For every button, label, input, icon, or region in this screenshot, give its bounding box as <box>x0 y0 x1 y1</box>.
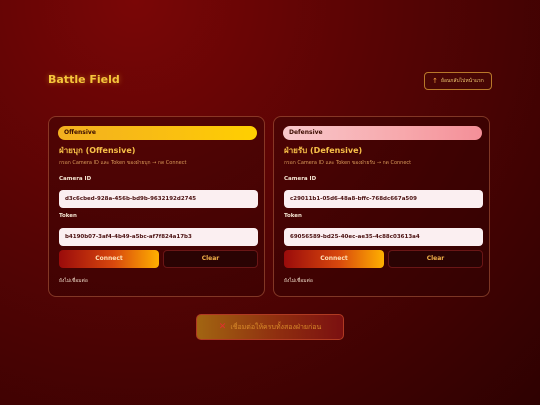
offensive-connect-button[interactable]: Connect <box>59 250 159 268</box>
defensive-badge: Defensive <box>283 126 482 140</box>
arrow-up-icon: ↑ <box>432 77 439 85</box>
back-to-home-button[interactable]: ↑ ย้อนกลับไปหน้าแรก <box>424 72 492 90</box>
defensive-panel: Defensive ฝ่ายรับ (Defensive) กรอก Camer… <box>273 116 490 297</box>
offensive-heading: ฝ่ายบุก (Offensive) <box>59 146 136 155</box>
x-icon: ✕ <box>218 322 227 332</box>
start-button-label: เชื่อมต่อให้ครบทั้งสองฝ่ายก่อน <box>230 322 322 331</box>
offensive-clear-button[interactable]: Clear <box>163 250 258 268</box>
defensive-status: ยังไม่เชื่อมต่อ <box>284 278 313 284</box>
offensive-token-label: Token <box>59 213 77 219</box>
page-title: Battle Field <box>48 73 120 86</box>
top-bar: Battle Field ↑ ย้อนกลับไปหน้าแรก <box>48 72 492 90</box>
start-battle-button[interactable]: ✕ เชื่อมต่อให้ครบทั้งสองฝ่ายก่อน <box>196 314 344 340</box>
defensive-token-input[interactable]: 69056589-bd25-40ec-ae35-4c88c03613a4 <box>284 228 483 246</box>
defensive-connect-button[interactable]: Connect <box>284 250 384 268</box>
defensive-camera-label: Camera ID <box>284 176 317 182</box>
offensive-status: ยังไม่เชื่อมต่อ <box>59 278 88 284</box>
offensive-camera-id-input[interactable]: d3c6cbed-928a-456b-bd9b-9632192d2745 <box>59 190 258 208</box>
offensive-token-input[interactable]: b4190b07-3af4-4b49-a5bc-af7f824a17b3 <box>59 228 258 246</box>
offensive-camera-label: Camera ID <box>59 176 92 182</box>
defensive-hint: กรอก Camera ID และ Token ของฝ่ายรับ → กด… <box>284 160 412 166</box>
offensive-panel: Offensive ฝ่ายบุก (Offensive) กรอก Camer… <box>48 116 265 297</box>
defensive-camera-id-input[interactable]: c29011b1-05d6-48a8-bffc-768dc667a509 <box>284 190 483 208</box>
offensive-badge: Offensive <box>58 126 257 140</box>
defensive-heading: ฝ่ายรับ (Defensive) <box>284 146 363 155</box>
offensive-hint: กรอก Camera ID และ Token ของฝ่ายบุก → กด… <box>59 160 187 166</box>
defensive-clear-button[interactable]: Clear <box>388 250 483 268</box>
defensive-token-label: Token <box>284 213 302 219</box>
back-button-label: ย้อนกลับไปหน้าแรก <box>441 78 484 84</box>
